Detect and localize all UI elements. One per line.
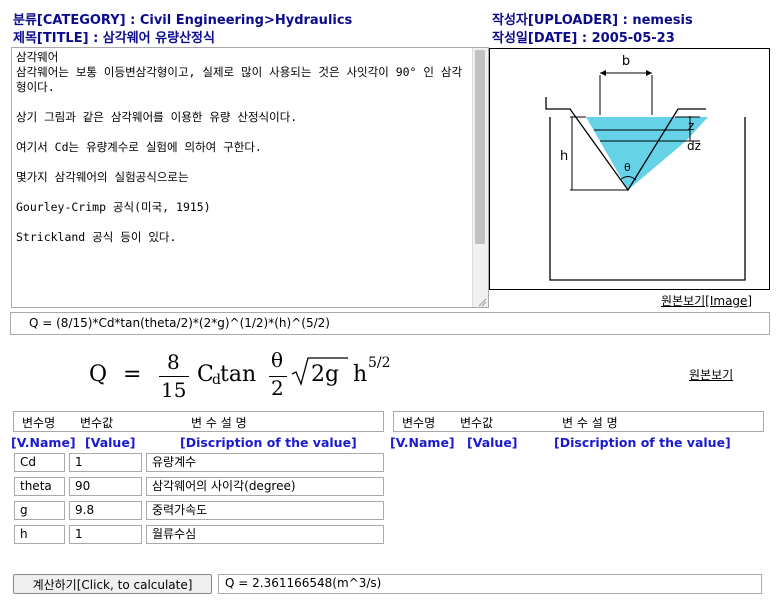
label-z: z xyxy=(688,119,694,133)
weir-diagram: b z dz h θ xyxy=(489,48,770,290)
description-text: 삼각웨어 삼각웨어는 보통 이등변삼각형이고, 실제로 많이 사용되는 것은 사… xyxy=(16,50,463,244)
value-label-right: [Value] xyxy=(467,435,518,450)
var-name-h[interactable]: h xyxy=(14,525,65,544)
label-theta: θ xyxy=(624,161,631,174)
view-image-link[interactable]: 원본보기[Image] xyxy=(661,292,752,309)
var-value-theta[interactable]: 90 xyxy=(69,477,142,496)
result-field[interactable]: Q = 2.361166548(m^3/s) xyxy=(218,574,762,594)
var-header-right: 변수명 변수값 변 수 설 명 xyxy=(393,411,764,432)
vname-label-left: [V.Name] xyxy=(11,435,76,450)
label-b: b xyxy=(622,54,630,69)
var-name-g[interactable]: g xyxy=(14,501,65,520)
calculate-button[interactable]: 계산하기[Click, to calculate] xyxy=(13,574,212,594)
date-label: 작성일[DATE] : 2005-05-23 xyxy=(492,31,675,46)
description-scrollbar[interactable] xyxy=(472,48,488,307)
value-label-left: [Value] xyxy=(85,435,136,450)
description-textarea[interactable]: 삼각웨어 삼각웨어는 보통 이등변삼각형이고, 실제로 많이 사용되는 것은 사… xyxy=(11,47,489,308)
formula-render: Q = 8 15 C d tan θ 2 2g h 5/2 xyxy=(89,348,391,402)
uploader-label: 작성자[UPLOADER] : nemesis xyxy=(492,13,693,28)
desc-label-right: [Discription of the value] xyxy=(554,435,731,450)
var-desc-h[interactable]: 월류수심 xyxy=(146,525,384,544)
var-value-cd[interactable]: 1 xyxy=(69,453,142,472)
view-original-link[interactable]: 원본보기 xyxy=(689,366,733,383)
vname-label-right: [V.Name] xyxy=(390,435,455,450)
formula-text-field[interactable]: Q = (8/15)*Cd*tan(theta/2)*(2*g)^(1/2)*(… xyxy=(10,312,770,335)
var-value-g[interactable]: 9.8 xyxy=(69,501,142,520)
var-value-h[interactable]: 1 xyxy=(69,525,142,544)
desc-label-left: [Discription of the value] xyxy=(180,435,357,450)
label-h: h xyxy=(560,149,568,164)
var-desc-theta[interactable]: 삼각웨어의 사이각(degree) xyxy=(146,477,384,496)
var-name-theta[interactable]: theta xyxy=(14,477,65,496)
var-desc-cd[interactable]: 유량계수 xyxy=(146,453,384,472)
resize-grip-icon[interactable] xyxy=(477,296,487,307)
label-dz: dz xyxy=(687,139,701,153)
scrollbar-thumb[interactable] xyxy=(475,50,485,244)
var-desc-g[interactable]: 중력가속도 xyxy=(146,501,384,520)
var-name-cd[interactable]: Cd xyxy=(14,453,65,472)
category-label: 분류[CATEGORY] : Civil Engineering>Hydraul… xyxy=(13,13,353,28)
title-label: 제목[TITLE] : 삼각웨어 유량산정식 xyxy=(13,31,215,46)
var-header-left: 변수명 변수값 변 수 설 명 xyxy=(13,411,384,432)
weir-diagram-svg: b z dz h θ xyxy=(545,54,746,281)
